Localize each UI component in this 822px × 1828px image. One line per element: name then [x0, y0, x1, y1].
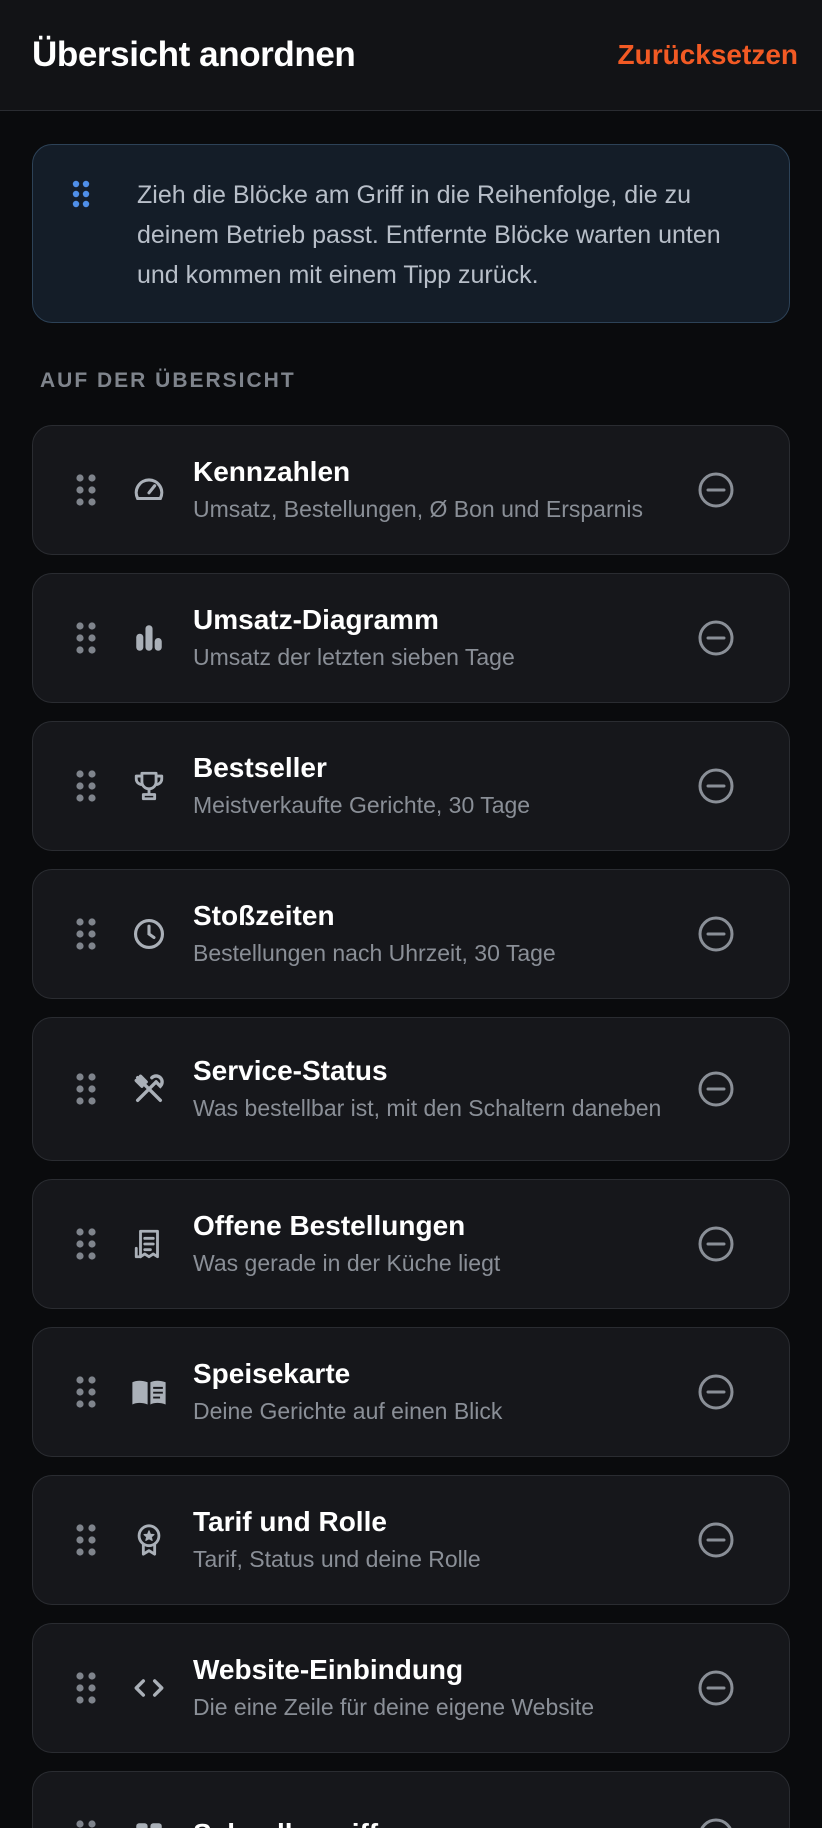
drag-handle-icon[interactable] — [75, 1227, 97, 1261]
block-text: Stoßzeiten Bestellungen nach Uhrzeit, 30… — [193, 885, 697, 983]
block-title: Schnellzugriff — [193, 1817, 697, 1828]
block-subtitle: Umsatz der letzten sieben Tage — [193, 644, 515, 670]
block-title: Offene Bestellungen — [193, 1210, 466, 1241]
block-title: Bestseller — [193, 752, 327, 783]
drag-handle-icon[interactable] — [75, 473, 97, 507]
minus-circle-icon — [698, 1374, 734, 1410]
minus-circle-icon — [698, 1522, 734, 1558]
book-icon — [131, 1374, 167, 1410]
block-title: Kennzahlen — [193, 456, 351, 487]
block-title: Umsatz-Diagramm — [193, 604, 439, 635]
remove-button[interactable] — [697, 1225, 735, 1263]
remove-button[interactable] — [697, 471, 735, 509]
drag-handle-icon[interactable] — [75, 1523, 97, 1557]
block-card-offene-bestellungen: Offene Bestellungen Was gerade in der Kü… — [32, 1179, 790, 1309]
block-title: Website-Einbindung — [193, 1654, 464, 1685]
remove-button[interactable] — [697, 767, 735, 805]
remove-button[interactable] — [697, 1070, 735, 1108]
main-content: Zieh die Blöcke am Griff in die Reihenfo… — [0, 111, 822, 1828]
reset-button[interactable]: Zurücksetzen — [618, 39, 799, 71]
trophy-icon — [131, 768, 167, 804]
block-subtitle: Tarif, Status und deine Rolle — [193, 1546, 481, 1572]
block-subtitle: Was gerade in der Küche liegt — [193, 1250, 501, 1276]
minus-circle-icon — [698, 472, 734, 508]
drag-handle-icon[interactable] — [75, 621, 97, 655]
block-card-kennzahlen: Kennzahlen Umsatz, Bestellungen, Ø Bon u… — [32, 425, 790, 555]
clock-icon — [131, 916, 167, 952]
utensils-icon — [131, 1071, 167, 1107]
section-label: AUF DER ÜBERSICHT — [40, 369, 296, 392]
info-box: Zieh die Blöcke am Griff in die Reihenfo… — [32, 144, 790, 323]
block-text: Bestseller Meistverkaufte Gerichte, 30 T… — [193, 737, 697, 835]
top-bar: Übersicht anordnen Zurücksetzen — [0, 0, 822, 111]
block-card-tarif-und-rolle: Tarif und Rolle Tarif, Status und deine … — [32, 1475, 790, 1605]
block-subtitle: Deine Gerichte auf einen Blick — [193, 1398, 503, 1424]
block-title: Stoßzeiten — [193, 900, 335, 931]
drag-handle-icon[interactable] — [75, 917, 97, 951]
grid-icon — [131, 1818, 167, 1828]
receipt-icon — [131, 1226, 167, 1262]
block-card-service-status: Service-Status Was bestellbar ist, mit d… — [32, 1017, 790, 1161]
block-text: Kennzahlen Umsatz, Bestellungen, Ø Bon u… — [193, 441, 697, 539]
minus-circle-icon — [698, 768, 734, 804]
block-text: Umsatz-Diagramm Umsatz der letzten siebe… — [193, 589, 697, 687]
minus-circle-icon — [700, 1818, 732, 1828]
block-subtitle: Bestellungen nach Uhrzeit, 30 Tage — [193, 940, 556, 966]
block-text: Speisekarte Deine Gerichte auf einen Bli… — [193, 1343, 697, 1441]
block-title: Speisekarte — [193, 1358, 351, 1389]
block-card-umsatz-diagramm: Umsatz-Diagramm Umsatz der letzten siebe… — [32, 573, 790, 703]
block-list: Kennzahlen Umsatz, Bestellungen, Ø Bon u… — [32, 425, 790, 1828]
block-text: Service-Status Was bestellbar ist, mit d… — [193, 1040, 697, 1138]
drag-handle-icon[interactable] — [75, 1375, 97, 1409]
block-text: Schnellzugriff — [193, 1803, 697, 1828]
minus-circle-icon — [698, 916, 734, 952]
block-card-bestseller: Bestseller Meistverkaufte Gerichte, 30 T… — [32, 721, 790, 851]
drag-handle-icon — [71, 179, 91, 322]
remove-button[interactable] — [697, 1373, 735, 1411]
block-text: Offene Bestellungen Was gerade in der Kü… — [193, 1195, 697, 1293]
minus-circle-icon — [698, 1226, 734, 1262]
minus-circle-icon — [698, 1071, 734, 1107]
block-subtitle: Was bestellbar ist, mit den Schaltern da… — [193, 1095, 662, 1121]
block-title: Service-Status — [193, 1055, 388, 1086]
block-title: Tarif und Rolle — [193, 1506, 387, 1537]
code-icon — [131, 1670, 167, 1706]
block-card-speisekarte: Speisekarte Deine Gerichte auf einen Bli… — [32, 1327, 790, 1457]
minus-circle-icon — [698, 620, 734, 656]
drag-handle-icon[interactable] — [75, 1819, 97, 1828]
remove-button[interactable] — [697, 1817, 735, 1828]
drag-handle-icon[interactable] — [75, 1072, 97, 1106]
block-subtitle: Umsatz, Bestellungen, Ø Bon und Ersparni… — [193, 496, 644, 522]
page-title: Übersicht anordnen — [32, 35, 356, 74]
block-card-website-einbindung: Website-Einbindung Die eine Zeile für de… — [32, 1623, 790, 1753]
block-subtitle: Die eine Zeile für deine eigene Website — [193, 1694, 595, 1720]
info-text: Zieh die Blöcke am Griff in die Reihenfo… — [137, 181, 721, 289]
drag-handle-icon[interactable] — [75, 1671, 97, 1705]
block-card-schnellzugriff: Schnellzugriff — [32, 1771, 790, 1828]
bar-chart-icon — [131, 620, 167, 656]
remove-button[interactable] — [697, 915, 735, 953]
badge-icon — [131, 1522, 167, 1558]
remove-button[interactable] — [697, 1521, 735, 1559]
gauge-icon — [131, 472, 167, 508]
minus-circle-icon — [698, 1670, 734, 1706]
remove-button[interactable] — [697, 619, 735, 657]
block-text: Website-Einbindung Die eine Zeile für de… — [193, 1639, 697, 1737]
drag-handle-icon[interactable] — [75, 769, 97, 803]
block-text: Tarif und Rolle Tarif, Status und deine … — [193, 1491, 697, 1589]
block-card-stosszeiten: Stoßzeiten Bestellungen nach Uhrzeit, 30… — [32, 869, 790, 999]
block-subtitle: Meistverkaufte Gerichte, 30 Tage — [193, 792, 531, 818]
remove-button[interactable] — [697, 1669, 735, 1707]
